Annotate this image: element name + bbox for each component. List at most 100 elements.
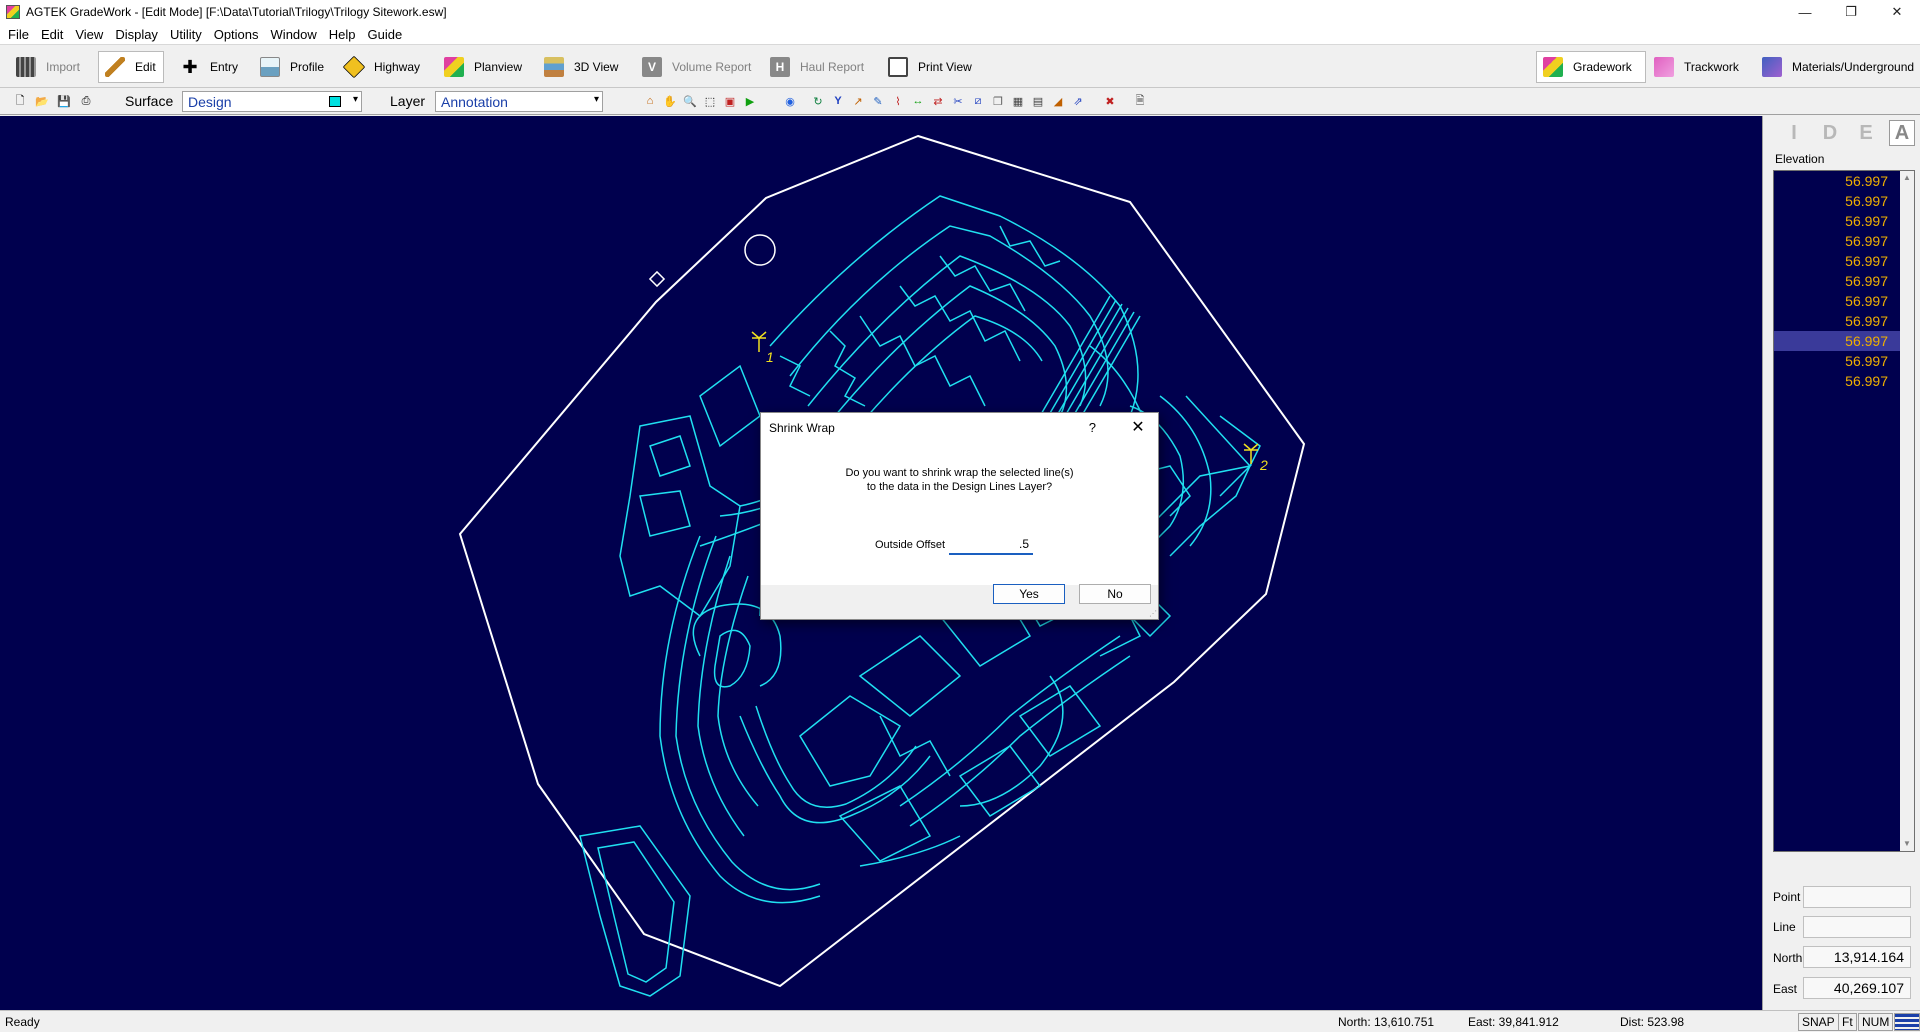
pan-hand-icon[interactable]: ✋ [662, 93, 678, 109]
trackwork-button[interactable]: Trackwork [1648, 51, 1745, 83]
grid-icon[interactable]: ▦ [1010, 93, 1026, 109]
swap-icon[interactable]: ⇄ [930, 93, 946, 109]
open-folder-icon[interactable]: 📂 [34, 93, 50, 109]
volume-report-button[interactable]: V Volume Report [636, 51, 757, 83]
marker-1[interactable]: 1 [751, 331, 774, 365]
break-line-icon[interactable]: ⌇ [890, 93, 906, 109]
menu-utility[interactable]: Utility [164, 27, 208, 42]
highway-sign-icon [342, 55, 366, 79]
line-field[interactable] [1803, 916, 1911, 938]
east-label: East [1773, 982, 1798, 996]
zoom-icon[interactable]: 🔍 [682, 93, 698, 109]
vertex-handle[interactable] [648, 270, 666, 288]
edit-button[interactable]: Edit [98, 51, 164, 83]
zoom-window-icon[interactable]: ⬚ [702, 93, 718, 109]
marker-1-label: 1 [766, 349, 774, 365]
drop-icon[interactable]: ◉ [782, 93, 798, 109]
tab-d[interactable]: D [1817, 120, 1843, 146]
connect-icon[interactable]: ↔ [910, 93, 926, 109]
resize-grip-icon[interactable]: ⋰ [1149, 609, 1157, 618]
refresh-icon[interactable]: ↻ [810, 93, 826, 109]
elevation-row[interactable]: 56.997 [1774, 371, 1914, 391]
profile-button[interactable]: Profile [254, 51, 330, 83]
grade-icon[interactable]: ↗ [850, 93, 866, 109]
tab-a[interactable]: A [1889, 120, 1915, 146]
dialog-title-bar[interactable]: Shrink Wrap ? ✕ [761, 413, 1158, 443]
selection-circle[interactable] [744, 234, 776, 266]
menu-guide[interactable]: Guide [362, 27, 409, 42]
entry-label: Entry [210, 60, 239, 74]
surface-select[interactable]: Design ▾ [182, 91, 362, 112]
zoom-box-icon[interactable]: ▣ [722, 93, 738, 109]
notes-icon[interactable]: 🗎 [1132, 93, 1148, 109]
filter-y-icon[interactable]: Y [830, 93, 846, 109]
restore-button[interactable]: ❐ [1828, 0, 1874, 24]
elevation-scrollbar[interactable]: ▲ ▼ [1900, 171, 1914, 851]
elevation-row[interactable]: 56.997 [1774, 231, 1914, 251]
pen-icon[interactable]: ✎ [870, 93, 886, 109]
dialog-title: Shrink Wrap [769, 421, 835, 435]
menu-window[interactable]: Window [265, 27, 323, 42]
haul-report-button[interactable]: H Haul Report [764, 51, 870, 83]
3d-view-button[interactable]: 3D View [538, 51, 624, 83]
gradework-button[interactable]: Gradework [1536, 51, 1646, 83]
yes-button[interactable]: Yes [993, 584, 1065, 604]
print-view-button[interactable]: Print View [882, 51, 978, 83]
point-field[interactable] [1803, 886, 1911, 908]
profile-chart-icon [260, 57, 280, 77]
close-window-button[interactable]: ✕ [1874, 0, 1920, 24]
units-indicator[interactable]: Ft [1838, 1013, 1857, 1031]
menu-display[interactable]: Display [109, 27, 164, 42]
planview-button[interactable]: Planview [438, 51, 528, 83]
copy-icon[interactable]: ❐ [990, 93, 1006, 109]
east-field[interactable]: 40,269.107 [1803, 977, 1911, 999]
table-icon[interactable]: ▤ [1030, 93, 1046, 109]
help-button[interactable]: ? [1089, 420, 1096, 435]
tab-e[interactable]: E [1853, 120, 1879, 146]
minimize-button[interactable]: — [1782, 0, 1828, 24]
scroll-up-icon[interactable]: ▲ [1900, 171, 1914, 185]
highway-button[interactable]: Highway [338, 51, 426, 83]
menu-bar: File Edit View Display Utility Options W… [0, 24, 1920, 44]
entry-button[interactable]: ✚ Entry [174, 51, 244, 83]
outside-offset-input[interactable] [949, 535, 1033, 555]
tab-i[interactable]: I [1781, 120, 1807, 146]
elevation-row[interactable]: 56.997 [1774, 171, 1914, 191]
edit-label: Edit [135, 60, 156, 74]
elevate-icon[interactable]: ⇗ [1070, 93, 1086, 109]
north-field[interactable]: 13,914.164 [1803, 946, 1911, 968]
layer-select[interactable]: Annotation ▾ [435, 91, 603, 112]
menu-options[interactable]: Options [208, 27, 265, 42]
trim-icon[interactable]: ✂ [950, 93, 966, 109]
elevation-row[interactable]: 56.997 [1774, 351, 1914, 371]
home-icon[interactable]: ⌂ [642, 93, 658, 109]
elevation-row[interactable]: 56.997 [1774, 251, 1914, 271]
materials-underground-button[interactable]: Materials/Underground [1756, 51, 1920, 83]
delete-icon[interactable]: ✖ [1102, 93, 1118, 109]
print-icon[interactable]: ⎙ [78, 93, 94, 109]
elevation-row[interactable]: 56.997 [1774, 271, 1914, 291]
import-button[interactable]: Import [10, 51, 86, 83]
elevation-row[interactable]: 56.997 [1774, 311, 1914, 331]
elevation-list[interactable]: 56.997 56.997 56.997 56.997 56.997 56.99… [1773, 170, 1915, 852]
menu-view[interactable]: View [69, 27, 109, 42]
dialog-close-icon[interactable]: ✕ [1126, 416, 1150, 440]
no-button[interactable]: No [1079, 584, 1151, 604]
status-dist: Dist: 523.98 [1620, 1015, 1685, 1029]
new-file-icon[interactable]: 🗋 [12, 93, 28, 109]
menu-help[interactable]: Help [323, 27, 362, 42]
menu-file[interactable]: File [2, 27, 35, 42]
slope-icon[interactable]: ◢ [1050, 93, 1066, 109]
scroll-down-icon[interactable]: ▼ [1900, 837, 1914, 851]
elevation-row[interactable]: 56.997 [1774, 211, 1914, 231]
elevation-row[interactable]: 56.997 [1774, 191, 1914, 211]
layer-label: Layer [390, 93, 426, 109]
menu-edit[interactable]: Edit [35, 27, 69, 42]
offset-icon[interactable]: ⧄ [970, 93, 986, 109]
save-disk-icon[interactable]: 💾 [56, 93, 72, 109]
elevation-row[interactable]: 56.997 [1774, 291, 1914, 311]
snap-indicator[interactable]: SNAP [1798, 1013, 1839, 1031]
materials-pipe-icon [1762, 57, 1782, 77]
play-icon[interactable]: ▶ [742, 93, 758, 109]
elevation-row-selected[interactable]: 56.997 [1774, 331, 1914, 351]
